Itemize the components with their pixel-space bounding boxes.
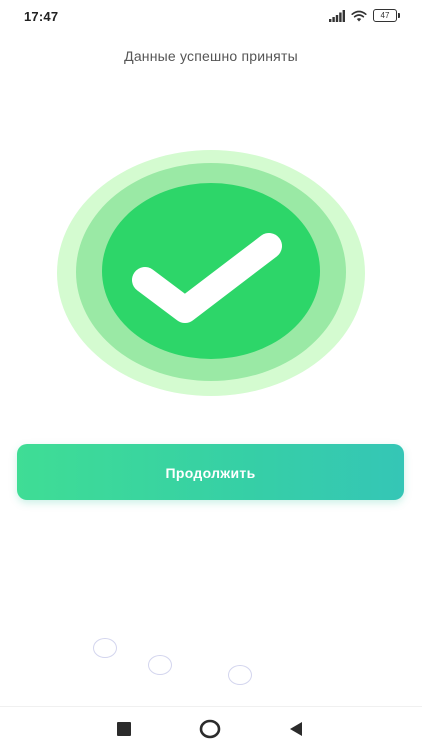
- home-circle-icon: [199, 719, 221, 739]
- loading-dot-icon: [148, 655, 172, 675]
- back-button[interactable]: [285, 719, 307, 739]
- loading-dot-icon: [228, 665, 252, 685]
- wifi-icon: [351, 10, 367, 21]
- signal-icon: [329, 9, 345, 22]
- recents-square-icon: [117, 722, 131, 736]
- battery-level: 47: [373, 9, 397, 22]
- continue-button[interactable]: Продолжить: [17, 444, 404, 500]
- battery-tip: [398, 13, 400, 18]
- status-icons: 47: [329, 9, 400, 22]
- success-checkmark-graphic: [57, 150, 365, 396]
- loading-dot-icon: [93, 638, 117, 658]
- status-bar: 17:47 47: [0, 0, 422, 34]
- page-title: Данные успешно приняты: [124, 48, 298, 64]
- navigation-bar: [0, 706, 422, 751]
- recents-button[interactable]: [113, 719, 135, 739]
- inner-circle: [102, 183, 320, 359]
- battery-icon: 47: [373, 9, 400, 22]
- home-button[interactable]: [199, 719, 221, 739]
- back-triangle-icon: [290, 722, 302, 736]
- status-time: 17:47: [24, 9, 59, 24]
